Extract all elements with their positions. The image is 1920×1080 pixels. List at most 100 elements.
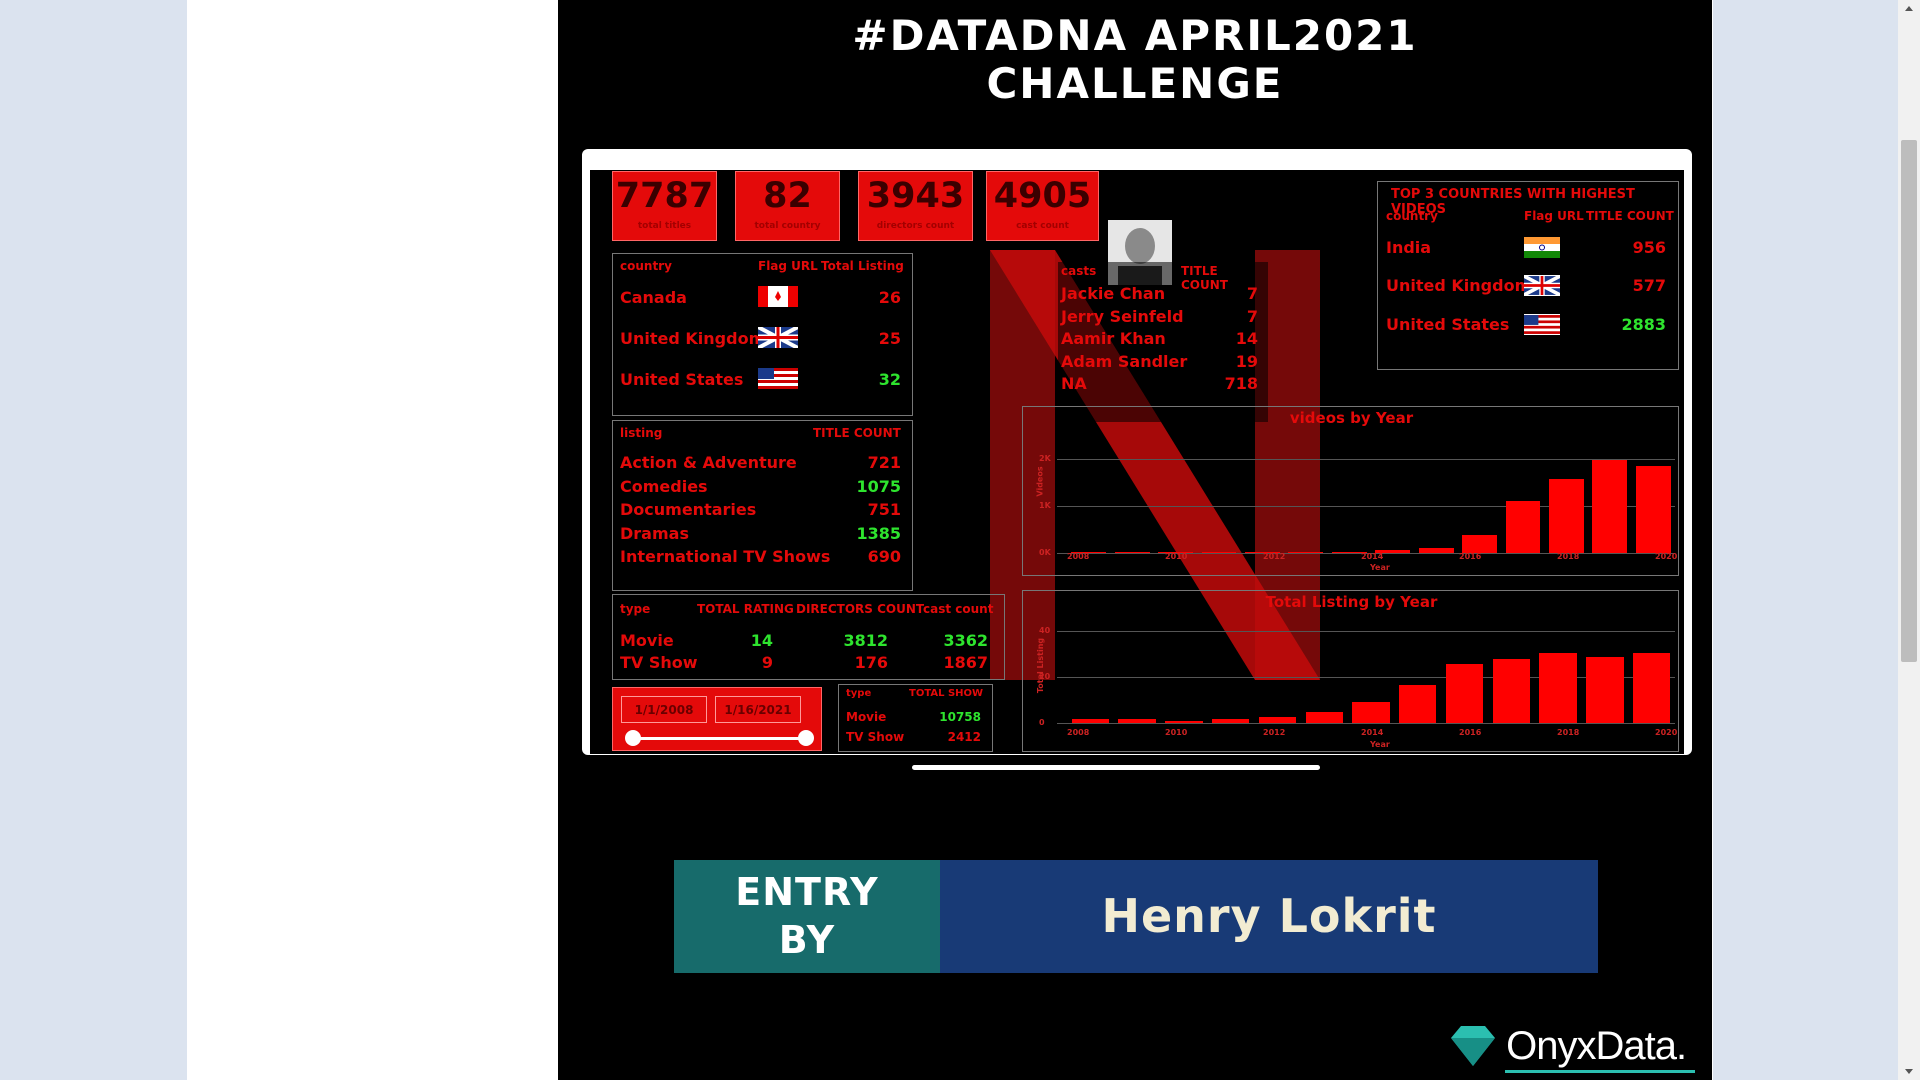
total-show: 10758 bbox=[939, 710, 981, 724]
x-tick-label: 2014 bbox=[1361, 728, 1384, 737]
column-header: TOTAL RATING bbox=[697, 602, 794, 616]
bar bbox=[1399, 684, 1437, 723]
bar bbox=[1549, 479, 1584, 553]
x-axis-label: Year bbox=[1370, 740, 1390, 749]
kpi-label: cast count bbox=[1016, 221, 1069, 231]
scrollbar-thumb[interactable] bbox=[1901, 140, 1917, 662]
us-flag-icon bbox=[1524, 314, 1560, 335]
gridline bbox=[1057, 723, 1675, 724]
column-header: type bbox=[846, 688, 872, 699]
gridline bbox=[1057, 631, 1675, 633]
x-tick-label: 2014 bbox=[1361, 552, 1384, 561]
listing-name: International TV Shows bbox=[620, 547, 831, 566]
title-count: 1075 bbox=[856, 476, 901, 496]
cast-name: Jackie Chan bbox=[1061, 284, 1166, 303]
column-header: Flag URL bbox=[758, 259, 818, 273]
title-count: 956 bbox=[1632, 238, 1666, 257]
x-tick-label: 2016 bbox=[1459, 552, 1482, 561]
chart-title: Total Listing by Year bbox=[1265, 593, 1438, 611]
title-count: 7 bbox=[1246, 284, 1258, 303]
column-header: TITLE COUNT bbox=[813, 426, 901, 440]
x-tick-label: 2018 bbox=[1557, 552, 1580, 561]
x-tick-label: 2008 bbox=[1067, 728, 1090, 737]
listing-name: Action & Adventure bbox=[620, 453, 797, 472]
bar bbox=[1445, 663, 1484, 723]
top3-countries-table: TOP 3 COUNTRIES WITH HIGHEST VIDEOS coun… bbox=[1377, 181, 1679, 370]
x-tick-label: 2012 bbox=[1263, 728, 1286, 737]
kpi-total-titles: 7787 total titles bbox=[612, 171, 717, 241]
netflix-dashboard: 7787 total titles 82 total country 3943 … bbox=[590, 170, 1684, 754]
bar bbox=[1592, 459, 1628, 553]
gridline bbox=[1057, 459, 1675, 461]
videos-by-year-chart: videos by Year Videos Year 0K 1K 2K 2008 20… bbox=[1022, 406, 1679, 576]
kpi-value: 4905 bbox=[993, 176, 1092, 216]
bar bbox=[1258, 716, 1297, 723]
title-count: 19 bbox=[1235, 351, 1258, 371]
column-header: TITLE COUNT bbox=[1586, 209, 1674, 223]
y-tick-label: 0 bbox=[1039, 718, 1045, 727]
type-name: Movie bbox=[846, 710, 887, 724]
scroll-down-arrow-icon[interactable] bbox=[1898, 1064, 1920, 1080]
onyx-data-logo: OnyxData. bbox=[1451, 1022, 1695, 1073]
title-count: 751 bbox=[867, 500, 901, 519]
title-count: 1385 bbox=[856, 523, 901, 543]
challenge-poster: #DATADNA APRIL2021 CHALLENGE 7787 total … bbox=[558, 0, 1712, 1080]
title-count: 2883 bbox=[1621, 315, 1666, 334]
india-flag-icon bbox=[1524, 237, 1560, 258]
bar bbox=[1635, 466, 1671, 553]
bar bbox=[1505, 501, 1541, 553]
listing-name: Dramas bbox=[620, 523, 689, 543]
bar bbox=[1211, 718, 1250, 723]
gridline bbox=[1057, 677, 1675, 679]
end-date-input[interactable]: 1/16/2021 bbox=[715, 696, 801, 723]
entry-label: ENTRY BY bbox=[674, 860, 940, 973]
column-header: casts bbox=[1061, 264, 1097, 278]
chart-title: videos by Year bbox=[1289, 409, 1414, 427]
bar bbox=[1586, 657, 1624, 723]
type-name: TV Show bbox=[620, 653, 698, 672]
kpi-value: 7787 bbox=[615, 176, 714, 216]
entry-banner: ENTRY BY Henry Lokrit bbox=[674, 860, 1598, 973]
column-header: country bbox=[1386, 209, 1438, 223]
bar bbox=[1165, 720, 1203, 723]
bar bbox=[1462, 534, 1497, 553]
cast-count: 3362 bbox=[943, 631, 988, 650]
x-axis-label: Year bbox=[1370, 563, 1390, 572]
y-axis-label: Total Listing bbox=[1036, 637, 1046, 694]
total-rating: 9 bbox=[761, 653, 773, 672]
y-tick-label: 2K bbox=[1039, 454, 1051, 464]
column-header: Total Listing bbox=[821, 259, 904, 273]
listing-table: listing TITLE COUNT Action & Adventure 72… bbox=[612, 420, 913, 591]
y-tick-label: 40 bbox=[1039, 626, 1051, 636]
kpi-label: total titles bbox=[637, 221, 692, 231]
country-table: country Flag URL Total Listing Canada 26… bbox=[612, 253, 913, 416]
slider-handle-start[interactable] bbox=[625, 730, 641, 746]
country-name: United Kingdom bbox=[1386, 276, 1532, 295]
kpi-label: total country bbox=[754, 221, 821, 231]
kpi-value: 3943 bbox=[866, 176, 965, 216]
x-tick-label: 2010 bbox=[1165, 552, 1188, 561]
start-date-input[interactable]: 1/1/2008 bbox=[621, 696, 707, 723]
bar bbox=[1632, 652, 1671, 723]
x-tick-labels: 2008 2010 2012 2014 2016 2018 2020 bbox=[1047, 728, 1677, 740]
bar bbox=[1305, 712, 1343, 723]
bar bbox=[1071, 718, 1110, 723]
slider-handle-end[interactable] bbox=[798, 730, 814, 746]
cast-name: Adam Sandler bbox=[1061, 351, 1188, 371]
kpi-label: directors count bbox=[876, 221, 955, 231]
chart-plot-area: 0K 1K 2K bbox=[1039, 449, 1675, 557]
us-flag-icon bbox=[758, 368, 798, 389]
x-tick-label: 2016 bbox=[1459, 728, 1482, 737]
kpi-total-country: 82 total country bbox=[735, 171, 840, 241]
directors-count: 3812 bbox=[843, 631, 888, 650]
canada-flag-icon bbox=[758, 286, 798, 307]
country-name: United States bbox=[1386, 315, 1510, 334]
y-tick-label: 20 bbox=[1039, 672, 1051, 682]
date-range-slicer[interactable]: 1/1/2008 1/16/2021 bbox=[612, 687, 822, 751]
chart-plot-area: 0 20 40 bbox=[1039, 621, 1675, 727]
scroll-up-arrow-icon[interactable] bbox=[1898, 0, 1920, 16]
total-rating: 14 bbox=[750, 631, 773, 650]
show-table: type TOTAL SHOW Movie 10758 TV Show 2412 bbox=[838, 684, 993, 752]
directors-count: 176 bbox=[854, 653, 888, 672]
country-name: India bbox=[1386, 238, 1432, 257]
